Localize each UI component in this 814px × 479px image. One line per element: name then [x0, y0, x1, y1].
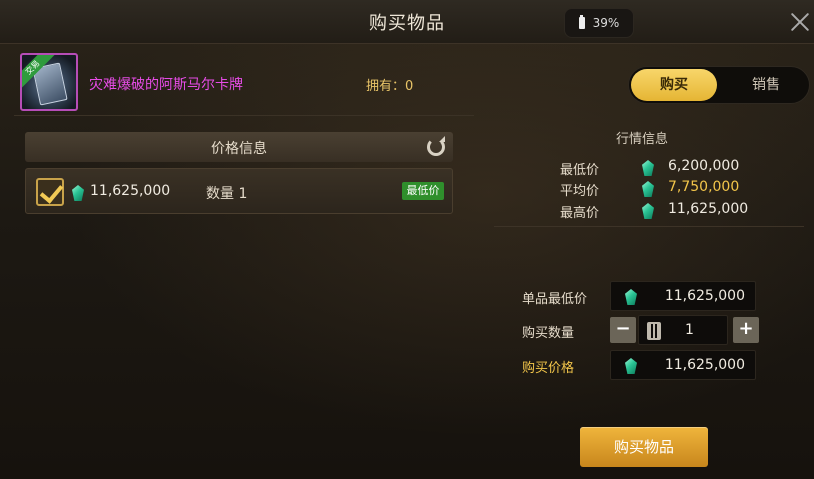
quantity-value: 1	[685, 322, 694, 338]
lowest-price-badge: 最低价	[402, 182, 444, 200]
close-icon[interactable]	[788, 10, 812, 34]
unit-lowest-label: 单品最低价	[522, 292, 588, 307]
buy-item-button[interactable]: 购买物品	[580, 427, 708, 467]
listing-price: 11,625,000	[90, 183, 171, 199]
total-price-field: 11,625,000	[610, 350, 756, 380]
market-info-title: 行情信息	[616, 132, 669, 147]
tab-buy[interactable]: 购买	[631, 69, 717, 101]
market-average-value: 7,750,000	[668, 179, 740, 195]
listing-row[interactable]: 11,625,000 数量 1 最低价	[25, 168, 453, 214]
quantity-input[interactable]: 1	[638, 315, 728, 345]
listing-checkbox[interactable]	[36, 178, 64, 206]
market-highest-value: 11,625,000	[668, 201, 749, 217]
quantity-increase-button[interactable]: +	[733, 317, 759, 343]
battery-icon	[578, 15, 585, 29]
title-bar: 购买物品 39%	[0, 0, 814, 44]
quantity-decrease-button[interactable]: −	[610, 317, 636, 343]
item-header: 交易 灾难爆破的阿斯马尔卡牌 拥有：0	[14, 50, 474, 116]
market-lowest-value: 6,200,000	[668, 158, 740, 174]
tab-sell[interactable]: 销售	[723, 69, 809, 101]
divider	[494, 226, 804, 227]
refresh-icon[interactable]	[427, 136, 445, 156]
gem-icon	[625, 289, 637, 305]
total-price-label: 购买价格	[522, 361, 575, 376]
item-name: 灾难爆破的阿斯马尔卡牌	[89, 77, 243, 93]
quantity-label: 购买数量	[522, 326, 575, 341]
page-title: 购买物品	[369, 13, 445, 34]
market-lowest-label: 最低价	[560, 163, 600, 178]
battery-label: 39%	[592, 16, 620, 30]
gem-icon	[625, 358, 637, 374]
unit-lowest-value: 11,625,000	[664, 288, 745, 304]
gem-icon	[72, 185, 84, 201]
item-card-icon[interactable]: 交易	[20, 53, 78, 111]
battery-indicator: 39%	[564, 8, 634, 38]
market-highest-label: 最高价	[560, 206, 600, 221]
listing-quantity: 数量 1	[206, 186, 248, 202]
buy-sell-toggle: 购买 销售	[628, 66, 810, 104]
total-price-value: 11,625,000	[664, 357, 745, 373]
market-average-label: 平均价	[560, 184, 600, 199]
owned-count: 拥有：0	[366, 79, 414, 94]
price-info-title: 价格信息	[211, 141, 267, 157]
price-info-header: 价格信息	[25, 132, 453, 162]
unit-lowest-field: 11,625,000	[610, 281, 756, 311]
calculator-icon[interactable]	[647, 322, 661, 340]
